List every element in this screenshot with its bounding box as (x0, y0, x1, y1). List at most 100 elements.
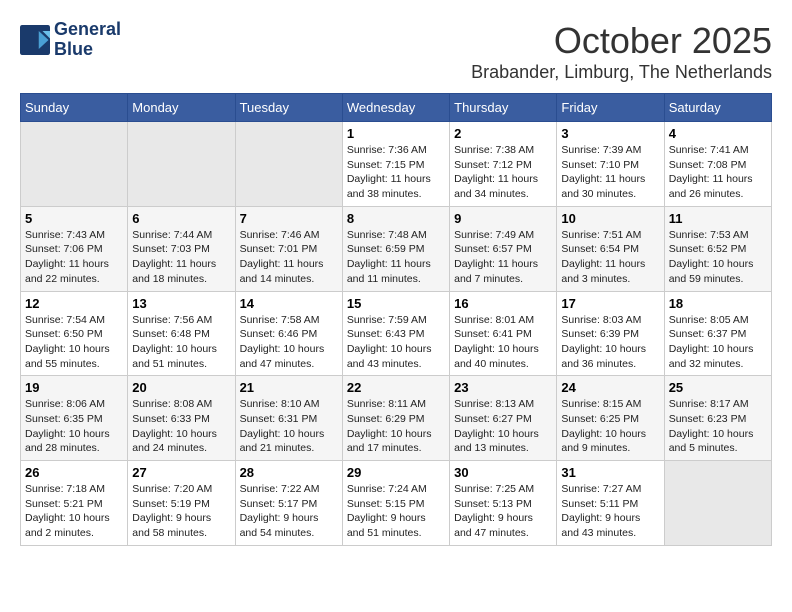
calendar-cell: 14 Sunrise: 7:58 AMSunset: 6:46 PMDayligh… (235, 291, 342, 376)
week-row-4: 19Sunrise: 8:06 AMSunset: 6:35 PMDayligh… (21, 376, 772, 461)
calendar-cell: 20Sunrise: 8:08 AMSunset: 6:33 PMDayligh… (128, 376, 235, 461)
week-row-2: 5 Sunrise: 7:43 AMSunset: 7:06 PMDaylight… (21, 206, 772, 291)
calendar-table: SundayMondayTuesdayWednesdayThursdayFrid… (20, 93, 772, 546)
calendar-cell: 26 Sunrise: 7:18 AMSunset: 5:21 PMDayligh… (21, 461, 128, 546)
calendar-cell: 8 Sunrise: 7:48 AMSunset: 6:59 PMDaylight… (342, 206, 449, 291)
day-number: 15 (347, 296, 445, 311)
calendar-cell (21, 122, 128, 207)
calendar-cell: 5 Sunrise: 7:43 AMSunset: 7:06 PMDaylight… (21, 206, 128, 291)
calendar-cell: 2Sunrise: 7:38 AMSunset: 7:12 PMDaylight… (450, 122, 557, 207)
day-info: Sunrise: 7:18 AMSunset: 5:21 PMDaylight:… (25, 482, 123, 541)
day-number: 17 (561, 296, 659, 311)
day-info: Sunrise: 7:43 AMSunset: 7:06 PMDaylight:… (25, 228, 123, 287)
calendar-cell: 7Sunrise: 7:46 AMSunset: 7:01 PMDaylight… (235, 206, 342, 291)
day-info: Sunrise: 7:53 AMSunset: 6:52 PMDaylight:… (669, 228, 767, 287)
day-info: Sunrise: 8:13 AMSunset: 6:27 PMDaylight:… (454, 397, 552, 456)
day-number: 27 (132, 465, 230, 480)
day-number: 3 (561, 126, 659, 141)
calendar-cell: 25 Sunrise: 8:17 AMSunset: 6:23 PMDayligh… (664, 376, 771, 461)
day-info: Sunrise: 7:44 AMSunset: 7:03 PMDaylight:… (132, 228, 230, 287)
calendar-cell: 3 Sunrise: 7:39 AMSunset: 7:10 PMDaylight… (557, 122, 664, 207)
day-number: 13 (132, 296, 230, 311)
day-info: Sunrise: 8:06 AMSunset: 6:35 PMDaylight:… (25, 397, 123, 456)
calendar-cell: 27 Sunrise: 7:20 AMSunset: 5:19 PMDayligh… (128, 461, 235, 546)
day-info: Sunrise: 7:39 AMSunset: 7:10 PMDaylight:… (561, 143, 659, 202)
weekday-header-tuesday: Tuesday (235, 94, 342, 122)
day-number: 29 (347, 465, 445, 480)
day-number: 25 (669, 380, 767, 395)
weekday-header-monday: Monday (128, 94, 235, 122)
day-info: Sunrise: 8:15 AMSunset: 6:25 PMDaylight:… (561, 397, 659, 456)
header: General Blue October 2025 Brabander, Lim… (20, 20, 772, 83)
calendar-cell: 19Sunrise: 8:06 AMSunset: 6:35 PMDayligh… (21, 376, 128, 461)
day-number: 24 (561, 380, 659, 395)
day-number: 23 (454, 380, 552, 395)
weekday-header-row: SundayMondayTuesdayWednesdayThursdayFrid… (21, 94, 772, 122)
day-number: 30 (454, 465, 552, 480)
day-info: Sunrise: 7:27 AMSunset: 5:11 PMDaylight:… (561, 482, 659, 541)
calendar-cell: 12Sunrise: 7:54 AMSunset: 6:50 PMDayligh… (21, 291, 128, 376)
calendar-cell: 21 Sunrise: 8:10 AMSunset: 6:31 PMDayligh… (235, 376, 342, 461)
day-number: 11 (669, 211, 767, 226)
day-number: 18 (669, 296, 767, 311)
month-title: October 2025 (471, 20, 772, 62)
calendar-cell: 22Sunrise: 8:11 AMSunset: 6:29 PMDayligh… (342, 376, 449, 461)
day-number: 4 (669, 126, 767, 141)
day-info: Sunrise: 7:49 AMSunset: 6:57 PMDaylight:… (454, 228, 552, 287)
weekday-header-wednesday: Wednesday (342, 94, 449, 122)
week-row-1: 1 Sunrise: 7:36 AMSunset: 7:15 PMDaylight… (21, 122, 772, 207)
calendar-cell: 24 Sunrise: 8:15 AMSunset: 6:25 PMDayligh… (557, 376, 664, 461)
calendar-cell: 30 Sunrise: 7:25 AMSunset: 5:13 PMDayligh… (450, 461, 557, 546)
weekday-header-saturday: Saturday (664, 94, 771, 122)
calendar-cell: 1 Sunrise: 7:36 AMSunset: 7:15 PMDaylight… (342, 122, 449, 207)
day-number: 31 (561, 465, 659, 480)
day-number: 6 (132, 211, 230, 226)
calendar-cell: 28 Sunrise: 7:22 AMSunset: 5:17 PMDayligh… (235, 461, 342, 546)
day-info: Sunrise: 7:48 AMSunset: 6:59 PMDaylight:… (347, 228, 445, 287)
logo-icon (20, 25, 50, 55)
day-info: Sunrise: 7:56 AMSunset: 6:48 PMDaylight:… (132, 313, 230, 372)
day-info: Sunrise: 7:41 AMSunset: 7:08 PMDaylight:… (669, 143, 767, 202)
week-row-5: 26 Sunrise: 7:18 AMSunset: 5:21 PMDayligh… (21, 461, 772, 546)
day-number: 5 (25, 211, 123, 226)
day-number: 14 (240, 296, 338, 311)
calendar-cell: 31 Sunrise: 7:27 AMSunset: 5:11 PMDayligh… (557, 461, 664, 546)
day-info: Sunrise: 7:24 AMSunset: 5:15 PMDaylight:… (347, 482, 445, 541)
day-info: Sunrise: 7:22 AMSunset: 5:17 PMDaylight:… (240, 482, 338, 541)
day-info: Sunrise: 7:59 AMSunset: 6:43 PMDaylight:… (347, 313, 445, 372)
location-title: Brabander, Limburg, The Netherlands (471, 62, 772, 83)
week-row-3: 12Sunrise: 7:54 AMSunset: 6:50 PMDayligh… (21, 291, 772, 376)
day-info: Sunrise: 7:46 AMSunset: 7:01 PMDaylight:… (240, 228, 338, 287)
logo-text: General Blue (54, 20, 121, 60)
calendar-cell: 9 Sunrise: 7:49 AMSunset: 6:57 PMDaylight… (450, 206, 557, 291)
day-number: 26 (25, 465, 123, 480)
day-number: 20 (132, 380, 230, 395)
day-number: 21 (240, 380, 338, 395)
day-number: 1 (347, 126, 445, 141)
weekday-header-friday: Friday (557, 94, 664, 122)
weekday-header-sunday: Sunday (21, 94, 128, 122)
calendar-cell: 23 Sunrise: 8:13 AMSunset: 6:27 PMDayligh… (450, 376, 557, 461)
calendar-cell: 18Sunrise: 8:05 AMSunset: 6:37 PMDayligh… (664, 291, 771, 376)
logo-line2: Blue (54, 40, 121, 60)
calendar-cell: 10 Sunrise: 7:51 AMSunset: 6:54 PMDayligh… (557, 206, 664, 291)
calendar-cell: 4 Sunrise: 7:41 AMSunset: 7:08 PMDaylight… (664, 122, 771, 207)
day-info: Sunrise: 7:54 AMSunset: 6:50 PMDaylight:… (25, 313, 123, 372)
day-number: 8 (347, 211, 445, 226)
day-info: Sunrise: 7:51 AMSunset: 6:54 PMDaylight:… (561, 228, 659, 287)
day-info: Sunrise: 8:10 AMSunset: 6:31 PMDaylight:… (240, 397, 338, 456)
day-info: Sunrise: 7:25 AMSunset: 5:13 PMDaylight:… (454, 482, 552, 541)
day-number: 16 (454, 296, 552, 311)
title-section: October 2025 Brabander, Limburg, The Net… (471, 20, 772, 83)
day-number: 28 (240, 465, 338, 480)
day-info: Sunrise: 7:36 AMSunset: 7:15 PMDaylight:… (347, 143, 445, 202)
day-info: Sunrise: 8:17 AMSunset: 6:23 PMDaylight:… (669, 397, 767, 456)
calendar-cell: 13 Sunrise: 7:56 AMSunset: 6:48 PMDayligh… (128, 291, 235, 376)
day-info: Sunrise: 7:20 AMSunset: 5:19 PMDaylight:… (132, 482, 230, 541)
weekday-header-thursday: Thursday (450, 94, 557, 122)
calendar-cell (235, 122, 342, 207)
day-number: 9 (454, 211, 552, 226)
day-number: 10 (561, 211, 659, 226)
day-info: Sunrise: 8:01 AMSunset: 6:41 PMDaylight:… (454, 313, 552, 372)
day-info: Sunrise: 7:58 AMSunset: 6:46 PMDaylight:… (240, 313, 338, 372)
